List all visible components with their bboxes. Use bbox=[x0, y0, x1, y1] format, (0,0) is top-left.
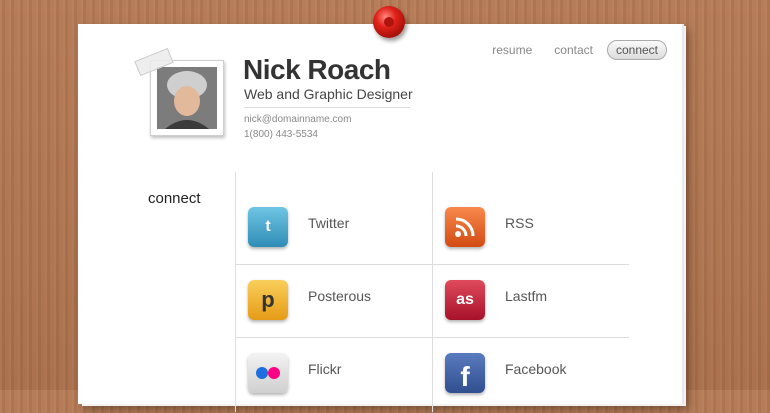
profile-phone: 1(800) 443-5534 bbox=[244, 129, 318, 140]
link-label: Lastfm bbox=[505, 288, 548, 304]
header-divider bbox=[244, 107, 410, 108]
nav-contact-link[interactable]: contact bbox=[546, 41, 601, 59]
profile-photo bbox=[150, 60, 224, 136]
nav-connect-link[interactable]: connect bbox=[606, 40, 667, 60]
link-label: Flickr bbox=[308, 361, 342, 377]
nav-resume-link[interactable]: resume bbox=[484, 41, 540, 59]
link-label: Facebook bbox=[505, 361, 567, 377]
link-label: RSS bbox=[505, 215, 534, 231]
avatar bbox=[157, 67, 217, 129]
link-facebook[interactable]: f Facebook bbox=[445, 353, 635, 413]
grid-divider-left bbox=[235, 172, 236, 412]
posterous-icon: p bbox=[248, 280, 288, 320]
link-twitter[interactable]: t Twitter bbox=[248, 207, 438, 267]
link-rss[interactable]: RSS bbox=[445, 207, 635, 267]
link-flickr[interactable]: Flickr bbox=[248, 353, 438, 413]
paper-card: resume contact connect Nick Roach Web an… bbox=[78, 24, 682, 412]
twitter-icon: t bbox=[248, 207, 288, 247]
pushpin-icon bbox=[373, 6, 405, 38]
link-posterous[interactable]: p Posterous bbox=[248, 280, 438, 340]
flickr-icon bbox=[248, 353, 288, 393]
link-label: Posterous bbox=[308, 288, 372, 304]
profile-name: Nick Roach bbox=[243, 54, 391, 85]
rss-icon bbox=[445, 207, 485, 247]
facebook-icon: f bbox=[445, 353, 485, 393]
top-nav: resume contact connect bbox=[484, 40, 667, 60]
section-heading: connect bbox=[148, 190, 201, 207]
link-label: Twitter bbox=[308, 215, 350, 231]
link-lastfm[interactable]: as Lastfm bbox=[445, 280, 635, 340]
profile-role: Web and Graphic Designer bbox=[244, 86, 413, 102]
profile-email[interactable]: nick@domainname.com bbox=[244, 114, 351, 125]
lastfm-icon: as bbox=[445, 280, 485, 320]
